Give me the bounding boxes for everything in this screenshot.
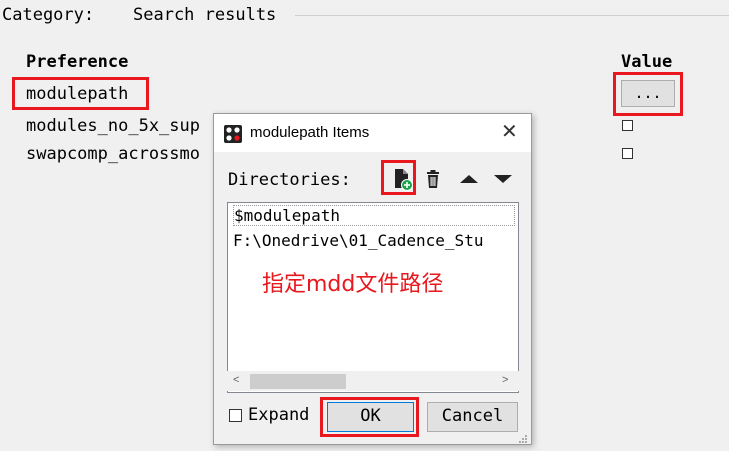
- category-divider: [295, 15, 729, 16]
- cancel-button[interactable]: Cancel: [427, 402, 518, 432]
- expand-label: Expand: [248, 405, 310, 425]
- pref-row-swapcomp[interactable]: swapcomp_acrossmo: [26, 144, 200, 164]
- close-icon[interactable]: ✕: [501, 122, 518, 142]
- modulepath-items-dialog: modulepath Items ✕ Directories: $modulep: [213, 113, 532, 445]
- expand-checkbox[interactable]: [229, 409, 242, 422]
- highlight-box-modulepath: [12, 77, 149, 110]
- value-column-header: Value: [621, 52, 673, 72]
- modules-no-5x-checkbox[interactable]: [622, 120, 633, 131]
- category-row: Category: Search results: [0, 5, 276, 27]
- resize-grip-icon[interactable]: [516, 432, 528, 444]
- trash-icon[interactable]: [420, 166, 446, 192]
- preference-column-header: Preference: [26, 52, 129, 72]
- list-item[interactable]: F:\Onedrive\01_Cadence_Stu: [233, 231, 483, 250]
- swapcomp-checkbox[interactable]: [622, 148, 633, 159]
- dialog-title: modulepath Items: [250, 124, 370, 141]
- scroll-right-icon[interactable]: >: [502, 374, 508, 386]
- highlight-box-new-file: [381, 160, 416, 195]
- app-icon: [224, 125, 242, 143]
- category-value: Search results: [133, 5, 277, 25]
- highlight-box-browse-button: [613, 72, 683, 116]
- arrow-down-icon[interactable]: [490, 166, 516, 192]
- scrollbar-thumb[interactable]: [250, 374, 346, 389]
- arrow-up-icon[interactable]: [456, 166, 482, 192]
- directories-label: Directories:: [228, 170, 351, 190]
- pref-row-modules-no-5x[interactable]: modules_no_5x_sup: [26, 116, 200, 136]
- dialog-titlebar[interactable]: modulepath Items ✕: [214, 114, 531, 152]
- annotation-text: 指定mdd文件路径: [262, 272, 444, 297]
- category-label: Category:: [2, 5, 95, 25]
- list-item[interactable]: $modulepath: [233, 205, 515, 226]
- scroll-left-icon[interactable]: <: [233, 374, 239, 386]
- highlight-box-ok-button: [320, 397, 419, 437]
- horizontal-scrollbar[interactable]: < >: [227, 371, 519, 391]
